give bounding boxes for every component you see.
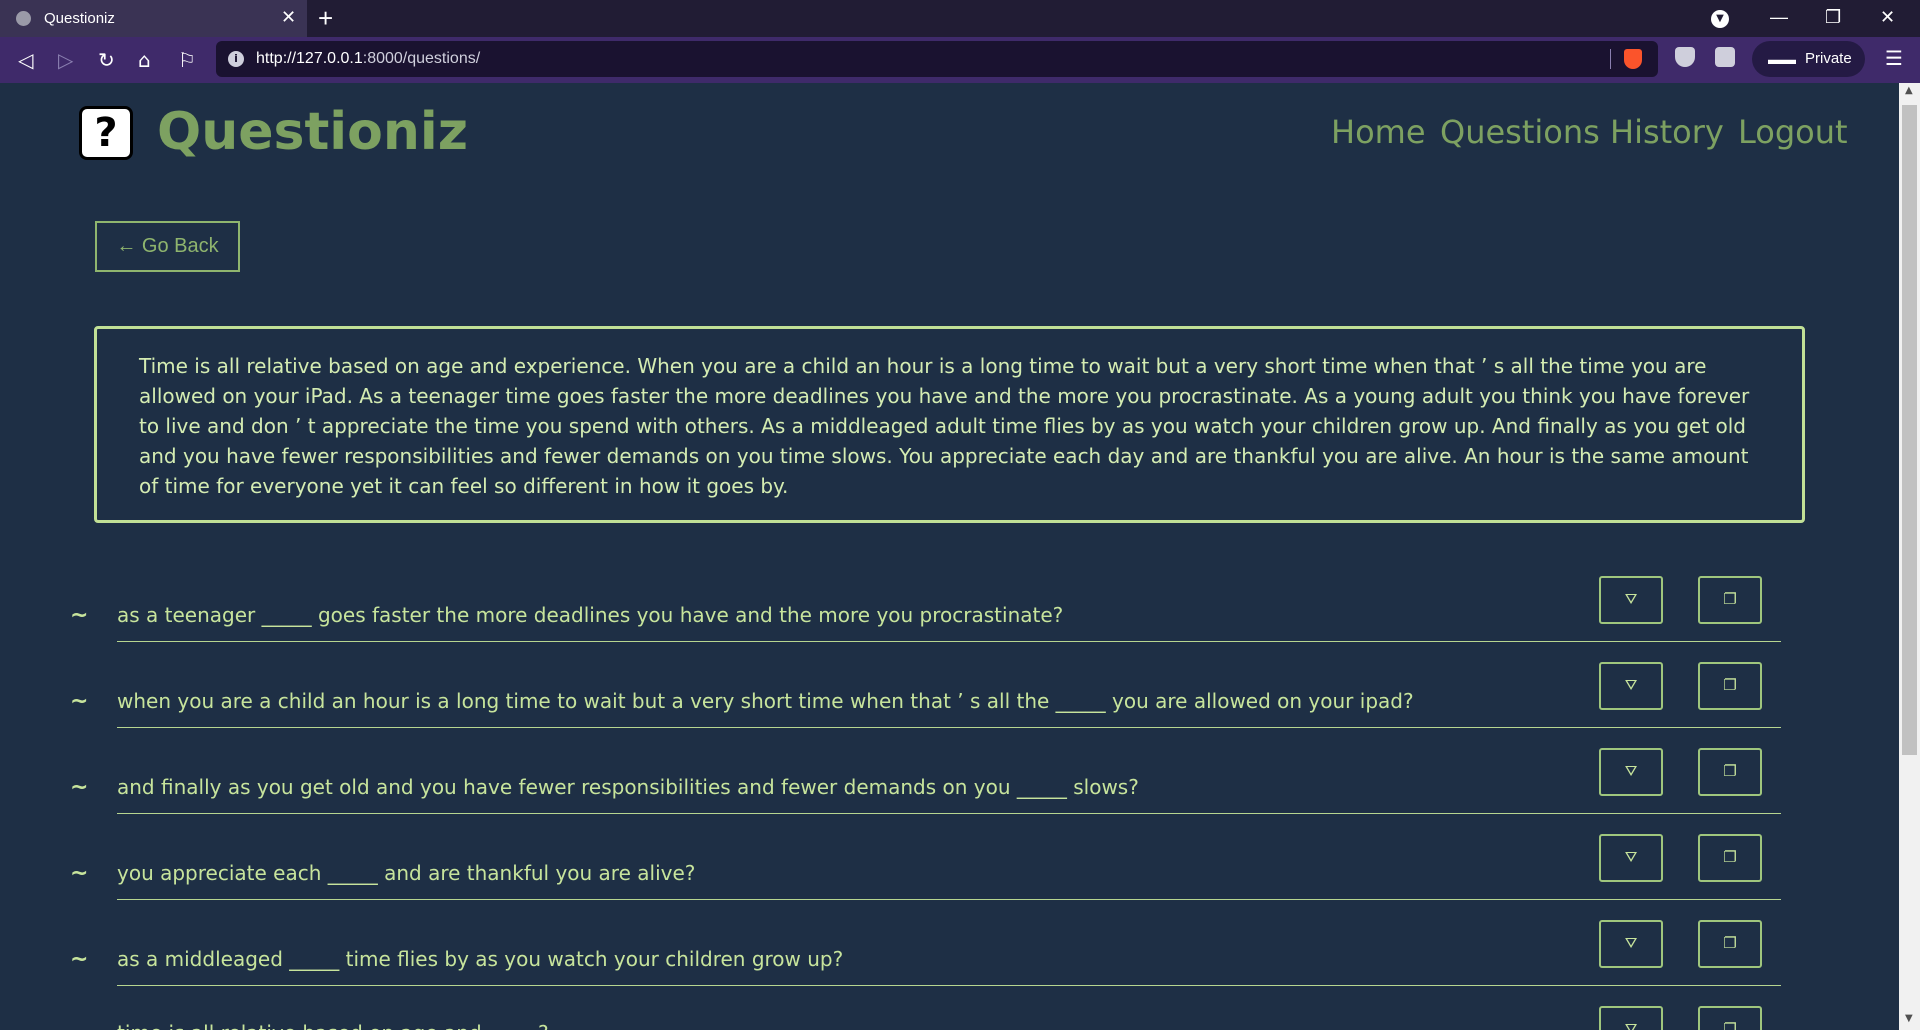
nav-logout[interactable]: Logout — [1738, 113, 1848, 151]
answer-button[interactable]: ⛛ — [1599, 662, 1663, 710]
private-glasses-icon: ▬▬ — [1768, 51, 1796, 67]
browser-tab-bar: Questioniz ✕ + ▼ — ❐ ✕ — [0, 0, 1920, 37]
scroll-down-icon[interactable]: ▼ — [1905, 1013, 1913, 1024]
row-divider — [117, 813, 1781, 814]
tilde-icon: ~ — [70, 861, 89, 886]
nav-home[interactable]: Home — [1331, 113, 1426, 151]
tilde-icon: ~ — [70, 947, 89, 972]
copy-button[interactable]: ❐ — [1698, 576, 1762, 624]
answer-button[interactable]: ⛛ — [1599, 920, 1663, 968]
list-item: ~ as a teenager _____ goes faster the mo… — [0, 573, 1899, 659]
copy-button[interactable]: ❐ — [1698, 662, 1762, 710]
list-item: ~ when you are a child an hour is a long… — [0, 659, 1899, 745]
scrollbar-thumb[interactable] — [1902, 105, 1917, 755]
row-divider — [117, 641, 1781, 642]
copy-button[interactable]: ❐ — [1698, 834, 1762, 882]
restore-icon[interactable]: ❐ — [1825, 7, 1841, 28]
copy-button[interactable]: ❐ — [1698, 920, 1762, 968]
question-text: when you are a child an hour is a long t… — [117, 689, 1414, 713]
extension-shield-icon[interactable] — [1675, 47, 1695, 67]
row-divider — [117, 899, 1781, 900]
browser-tab[interactable]: Questioniz ✕ — [0, 0, 307, 37]
question-text: and finally as you get old and you have … — [117, 775, 1139, 799]
brand-title[interactable]: Questioniz — [157, 102, 468, 162]
answer-button[interactable]: ⛛ — [1599, 834, 1663, 882]
new-tab-button[interactable]: + — [318, 3, 333, 34]
home-icon[interactable]: ⌂ — [138, 48, 151, 72]
row-divider — [117, 727, 1781, 728]
private-label: Private — [1805, 50, 1852, 67]
tab-close-icon[interactable]: ✕ — [281, 7, 296, 28]
nav-history[interactable]: History — [1610, 113, 1724, 151]
answer-button[interactable]: ⛛ — [1599, 1006, 1663, 1030]
question-text: as a middleaged _____ time flies by as y… — [117, 947, 844, 971]
forward-icon[interactable]: ▷ — [58, 48, 73, 72]
tilde-icon: ~ — [70, 775, 89, 800]
address-bar[interactable]: i http://127.0.0.1:8000/questions/ — [216, 41, 1658, 77]
tab-title: Questioniz — [44, 10, 115, 27]
menu-icon[interactable]: ☰ — [1885, 46, 1903, 70]
url-text: http://127.0.0.1:8000/questions/ — [256, 50, 481, 67]
window-close-icon[interactable]: ✕ — [1880, 7, 1895, 28]
copy-button[interactable]: ❐ — [1698, 748, 1762, 796]
page-scrollbar[interactable]: ▲ ▼ — [1899, 83, 1920, 1030]
tilde-icon: ~ — [70, 603, 89, 628]
reload-icon[interactable]: ↻ — [98, 48, 115, 72]
passage-text: Time is all relative based on age and ex… — [94, 326, 1805, 523]
extensions-icon[interactable] — [1715, 47, 1735, 67]
tilde-icon: ~ — [70, 689, 89, 714]
answer-button[interactable]: ⛛ — [1599, 576, 1663, 624]
copy-button[interactable]: ❐ — [1698, 1006, 1762, 1030]
browser-toolbar: ◁ ▷ ↻ ⌂ ⚐ i http://127.0.0.1:8000/questi… — [0, 37, 1920, 83]
question-text: as a teenager _____ goes faster the more… — [117, 603, 1064, 627]
answer-button[interactable]: ⛛ — [1599, 748, 1663, 796]
globe-icon — [16, 11, 31, 26]
back-icon[interactable]: ◁ — [18, 48, 33, 72]
minimize-icon[interactable]: — — [1770, 7, 1788, 28]
scroll-up-icon[interactable]: ▲ — [1905, 85, 1913, 96]
brave-shield-icon[interactable] — [1624, 49, 1642, 69]
list-item: ~ you appreciate each _____ and are than… — [0, 831, 1899, 917]
bookmark-icon[interactable]: ⚐ — [178, 48, 196, 72]
logo-icon[interactable]: ? — [79, 106, 133, 160]
row-divider — [117, 985, 1781, 986]
nav-questions[interactable]: Questions — [1440, 113, 1600, 151]
address-separator — [1610, 49, 1611, 69]
list-item: ~ time is all relative based on age and … — [0, 1003, 1899, 1030]
list-item: ~ as a middleaged _____ time flies by as… — [0, 917, 1899, 1003]
site-info-icon[interactable]: i — [228, 51, 244, 67]
tab-search-icon[interactable]: ▼ — [1711, 10, 1729, 28]
question-text: you appreciate each _____ and are thankf… — [117, 861, 696, 885]
list-item: ~ and finally as you get old and you hav… — [0, 745, 1899, 831]
question-text: time is all relative based on age and __… — [117, 1021, 549, 1030]
go-back-button[interactable]: ← Go Back — [95, 221, 240, 272]
private-badge[interactable]: ▬▬ Private — [1752, 41, 1865, 77]
